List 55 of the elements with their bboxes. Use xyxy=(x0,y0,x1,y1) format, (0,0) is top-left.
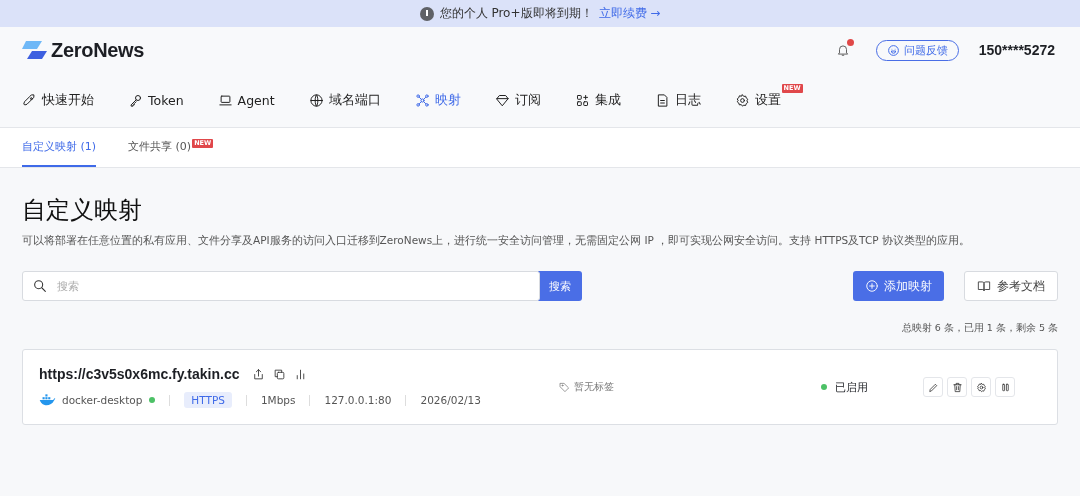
globe-icon xyxy=(308,92,324,108)
nav-tab[interactable]: 设置 xyxy=(734,91,781,109)
apps-icon xyxy=(574,92,590,108)
tags-text: 暂无标签 xyxy=(574,380,614,394)
agent-name: docker-desktop xyxy=(62,394,143,406)
network-icon xyxy=(414,92,430,108)
sub-tab[interactable]: 自定义映射 (1) xyxy=(22,128,97,167)
nav-tab[interactable]: 日志 xyxy=(654,91,701,109)
nav-tab[interactable]: 订阅 xyxy=(494,91,541,109)
bandwidth: 1Mbps xyxy=(260,394,296,406)
target-address: 127.0.0.1:80 xyxy=(324,394,392,406)
nav-tab[interactable]: 集成 xyxy=(574,91,621,109)
settings-icon xyxy=(975,381,987,393)
add-mapping-button[interactable]: 添加映射 xyxy=(853,271,944,301)
nav-tab[interactable]: Token xyxy=(128,92,184,108)
plus-circle-icon xyxy=(865,279,879,293)
settings-button[interactable] xyxy=(971,377,991,397)
search-button[interactable]: 搜索 xyxy=(538,271,582,301)
warning-icon xyxy=(419,6,434,21)
whale-icon xyxy=(39,394,56,406)
share-icon xyxy=(251,367,265,381)
key-icon xyxy=(128,92,143,108)
nav-tab[interactable]: 映射 xyxy=(414,91,461,109)
edit-button[interactable] xyxy=(923,377,943,397)
pencil-icon xyxy=(927,381,939,393)
page-title: 自定义映射 xyxy=(22,195,143,226)
search-field[interactable]: 搜索 xyxy=(22,271,540,301)
expiry-notice: 您的个人 Pro+版即将到期！ xyxy=(439,5,593,22)
quota-summary: 总映射 6 条，已用 1 条，剩余 5 条 xyxy=(900,322,1058,335)
tag-icon xyxy=(559,381,570,393)
logo-text: ZeroNews xyxy=(51,38,145,62)
protocol-tag: HTTPS xyxy=(184,392,232,408)
pause-button[interactable] xyxy=(995,377,1015,397)
page-description: 可以将部署在任意位置的私有应用、文件分享及API服务的访问入口迁移到ZeroNews上，进行统一安全访问管理，无需固定公网 IP ，即可实现公网安全访问。支持 HTTPS及TCP 协议类型的应用。 xyxy=(22,234,971,248)
mapping-url[interactable]: https://c3v5s0x6mc.fy.takin.cc xyxy=(39,366,240,382)
smiley-icon xyxy=(886,43,900,57)
trash-icon xyxy=(951,381,963,393)
diamond-icon xyxy=(494,92,510,108)
pause-icon xyxy=(999,381,1011,393)
logo-icon xyxy=(22,41,47,59)
nav-tab[interactable]: 快速开始 xyxy=(22,91,94,109)
laptop-icon xyxy=(217,92,233,108)
delete-button[interactable] xyxy=(947,377,967,397)
search-icon xyxy=(32,278,48,294)
docs-button[interactable]: 参考文档 xyxy=(964,271,1058,301)
sub-tab[interactable]: 文件共享 (0) xyxy=(128,128,192,167)
renew-link[interactable]: 立即续费 → xyxy=(598,5,661,22)
copy-icon xyxy=(272,367,286,381)
book-icon xyxy=(977,279,991,293)
nav-tab[interactable]: 域名端口 xyxy=(308,91,381,109)
nav-tab[interactable]: Agent xyxy=(217,92,275,108)
created-date: 2026/02/13 xyxy=(420,394,481,406)
status-text: 已启用 xyxy=(835,379,868,395)
settings-icon xyxy=(734,92,750,108)
user-account[interactable]: 150****5272 xyxy=(978,42,1055,58)
